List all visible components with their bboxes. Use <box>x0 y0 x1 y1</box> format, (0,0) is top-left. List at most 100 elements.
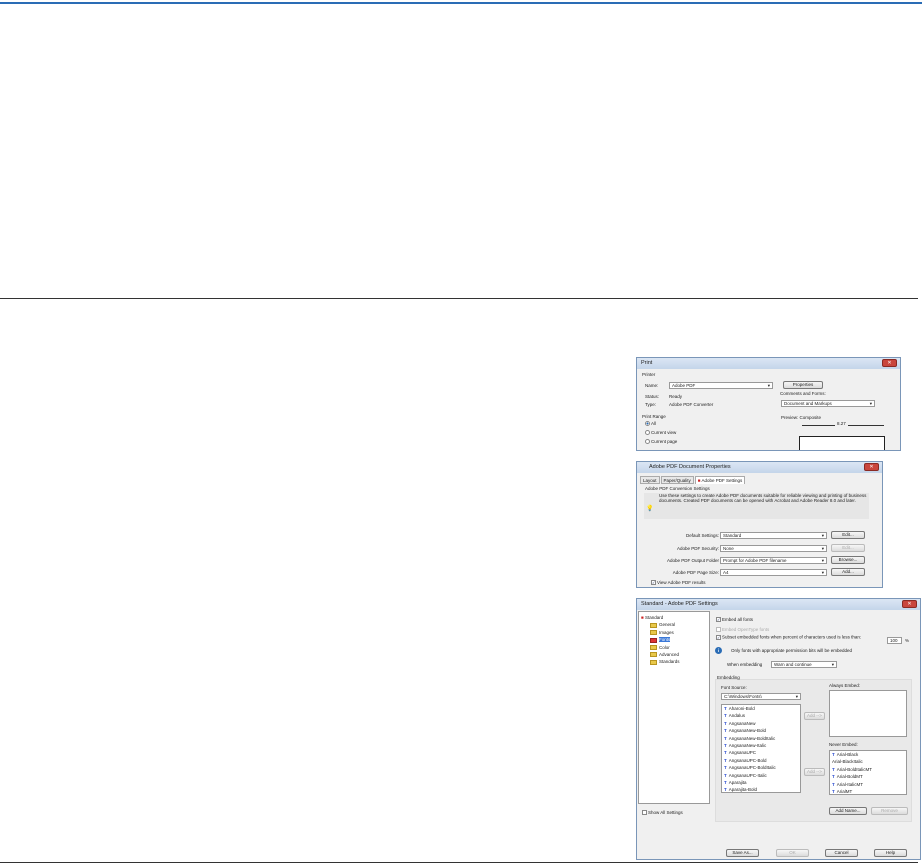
embed-all-checkbox[interactable]: ✓ Embed all fonts <box>716 617 753 623</box>
font-list-item[interactable]: Arial-BlackItalic <box>830 758 906 765</box>
info-icon: i <box>715 647 722 654</box>
tab-adobe-pdf-settings[interactable]: ■ Adobe PDF Settings <box>694 476 746 484</box>
font-list-item[interactable]: T Arial-ItalicMT <box>830 781 906 788</box>
font-list-item[interactable]: T AngsanaUPC-BoldItalic <box>722 764 800 771</box>
font-list-item[interactable]: T AngsanaNew-BoldItalic <box>722 735 800 742</box>
conversion-group-label: Adobe PDF Conversion Settings <box>645 486 710 491</box>
embedding-group-label: Embedding <box>717 675 740 680</box>
font-list-item[interactable]: T Aharoni-Bold <box>722 705 800 712</box>
font-list-item[interactable]: T Arial-Black <box>830 751 906 758</box>
truetype-font-icon: T <box>724 780 727 786</box>
font-list-item[interactable]: T AngsanaNew-Italic <box>722 742 800 749</box>
close-button[interactable]: ✕ <box>882 359 897 367</box>
tree-item-standard[interactable]: ■ Standard <box>641 614 707 621</box>
add-name-button[interactable]: Add Name... <box>829 807 867 815</box>
truetype-font-icon: T <box>724 706 727 711</box>
top-rule <box>0 2 922 4</box>
font-list-item[interactable]: T Andalus <box>722 712 800 719</box>
help-button[interactable]: Help <box>874 849 907 857</box>
tree-item-fonts[interactable]: Fonts <box>641 636 707 643</box>
properties-button[interactable]: Properties <box>783 381 823 389</box>
when-embedding-label: When embedding <box>727 662 763 667</box>
font-name: Andalus <box>728 713 746 719</box>
never-embed-list[interactable]: T Arial-Black Arial-BlackItalic T Arial-Bold… <box>829 750 907 795</box>
show-all-settings-checkbox[interactable]: Show All Settings <box>642 810 683 816</box>
font-source-list[interactable]: T Aharoni-Bold T Andalus T AngsanaNew T Angsana… <box>721 704 801 793</box>
font-list-item[interactable]: T AngsanaUPC-Bold <box>722 757 800 764</box>
view-results-checkbox[interactable]: ✓ View Adobe PDF results <box>651 580 705 586</box>
when-embedding-select[interactable]: Warn and continue <box>771 661 837 668</box>
font-list-item[interactable]: T Arial-BoldItalicMT <box>830 766 906 773</box>
font-name: AngsanaUPC-Italic <box>728 772 767 778</box>
browse-button[interactable]: Browse... <box>831 556 865 564</box>
settings-tree: ■ Standard General Images Fonts Color Ad… <box>638 611 710 804</box>
truetype-font-icon: T <box>724 720 727 726</box>
font-name: Arial-BoldItalicMT <box>836 766 873 772</box>
pdf-settings-dialog: Standard - Adobe PDF Settings ✕ ■ Standar… <box>636 598 921 860</box>
add-always-embed-button[interactable]: Add --> <box>804 712 825 720</box>
font-list-item[interactable]: T Aparajita <box>722 779 800 786</box>
range-all[interactable]: All <box>645 421 656 427</box>
font-list-item[interactable]: T AngsanaNew-Bold <box>722 727 800 734</box>
lightbulb-icon: 💡 <box>646 506 654 512</box>
font-name: AngsanaUPC-BoldItalic <box>728 765 776 771</box>
default-settings-select[interactable]: Standard <box>720 532 827 539</box>
tree-item-images[interactable]: Images <box>641 629 707 636</box>
security-select[interactable]: None <box>720 545 827 552</box>
default-settings-label: Default Settings: <box>685 533 719 538</box>
output-folder-select[interactable]: Prompt for Adobe PDF filename <box>720 557 827 564</box>
type-value: Adobe PDF Converter <box>669 402 714 407</box>
bottom-divider <box>0 862 918 863</box>
close-button[interactable]: ✕ <box>902 600 917 608</box>
truetype-font-icon: T <box>724 772 727 778</box>
subset-checkbox[interactable]: ✓ Subset embedded fonts when percent of c… <box>716 635 876 640</box>
range-current-page[interactable]: Current page <box>645 439 677 445</box>
always-embed-label: Always Embed: <box>829 683 861 688</box>
font-source-select[interactable]: C:\Windows\Fonts\ <box>721 693 801 700</box>
output-folder-label: Adobe PDF Output Folder <box>666 558 719 563</box>
pdf-properties-dialog: Adobe PDF Document Properties ✕ Layout Pa… <box>636 461 883 588</box>
tab-paper-quality[interactable]: Paper/Quality <box>660 476 694 484</box>
edit-settings-button[interactable]: Edit... <box>831 531 865 539</box>
truetype-font-icon: T <box>724 757 727 763</box>
description-text: Use these settings to create Adobe PDF d… <box>659 493 867 503</box>
ok-button[interactable]: OK <box>776 849 809 857</box>
tree-item-standards[interactable]: Standards <box>641 658 707 665</box>
font-list-item[interactable]: T ArialMT <box>830 788 906 794</box>
truetype-font-icon: T <box>724 713 727 719</box>
font-list-item[interactable]: T AngsanaUPC-Italic <box>722 772 800 779</box>
truetype-font-icon: T <box>724 743 727 749</box>
edit-security-button[interactable]: Edit... <box>831 544 865 552</box>
close-button[interactable]: ✕ <box>864 463 879 471</box>
preview-label: Preview: Composite <box>781 415 822 420</box>
always-embed-list[interactable] <box>829 690 907 737</box>
font-name: AngsanaNew <box>728 720 756 726</box>
add-never-embed-button[interactable]: Add --> <box>804 768 825 776</box>
truetype-font-icon: T <box>832 766 835 772</box>
tree-item-advanced[interactable]: Advanced <box>641 651 707 658</box>
font-list-item[interactable]: T Arial-BoldMT <box>830 773 906 780</box>
subset-percent-input[interactable]: 100 <box>887 637 902 644</box>
font-name: AngsanaNew-BoldItalic <box>728 735 776 741</box>
embed-opentype-checkbox[interactable]: Embed OpenType fonts <box>716 627 769 633</box>
add-page-size-button[interactable]: Add... <box>831 568 865 576</box>
font-list-item[interactable]: T Aparajita-Bold <box>722 786 800 792</box>
cancel-button[interactable]: Cancel <box>825 849 858 857</box>
font-name: Aparajita <box>728 780 747 786</box>
save-as-button[interactable]: Save As... <box>726 849 759 857</box>
font-name: Arial-Black <box>836 752 859 757</box>
page-size-label: Adobe PDF Page Size: <box>672 570 719 575</box>
font-name: AngsanaUPC <box>728 750 757 756</box>
remove-button[interactable]: Remove <box>871 807 908 815</box>
font-name: AngsanaNew-Italic <box>728 743 767 749</box>
page-size-select[interactable]: A4 <box>720 569 827 576</box>
range-current-view[interactable]: Current view <box>645 430 676 436</box>
tree-item-color[interactable]: Color <box>641 644 707 651</box>
tree-item-general[interactable]: General <box>641 621 707 628</box>
printer-select[interactable]: Adobe PDF <box>669 382 773 389</box>
tab-layout[interactable]: Layout <box>640 476 660 484</box>
font-list-item[interactable]: T AngsanaNew <box>722 720 800 727</box>
type-label: Type: <box>645 402 657 407</box>
font-list-item[interactable]: T AngsanaUPC <box>722 749 800 756</box>
comments-select[interactable]: Document and Markups <box>781 400 875 407</box>
